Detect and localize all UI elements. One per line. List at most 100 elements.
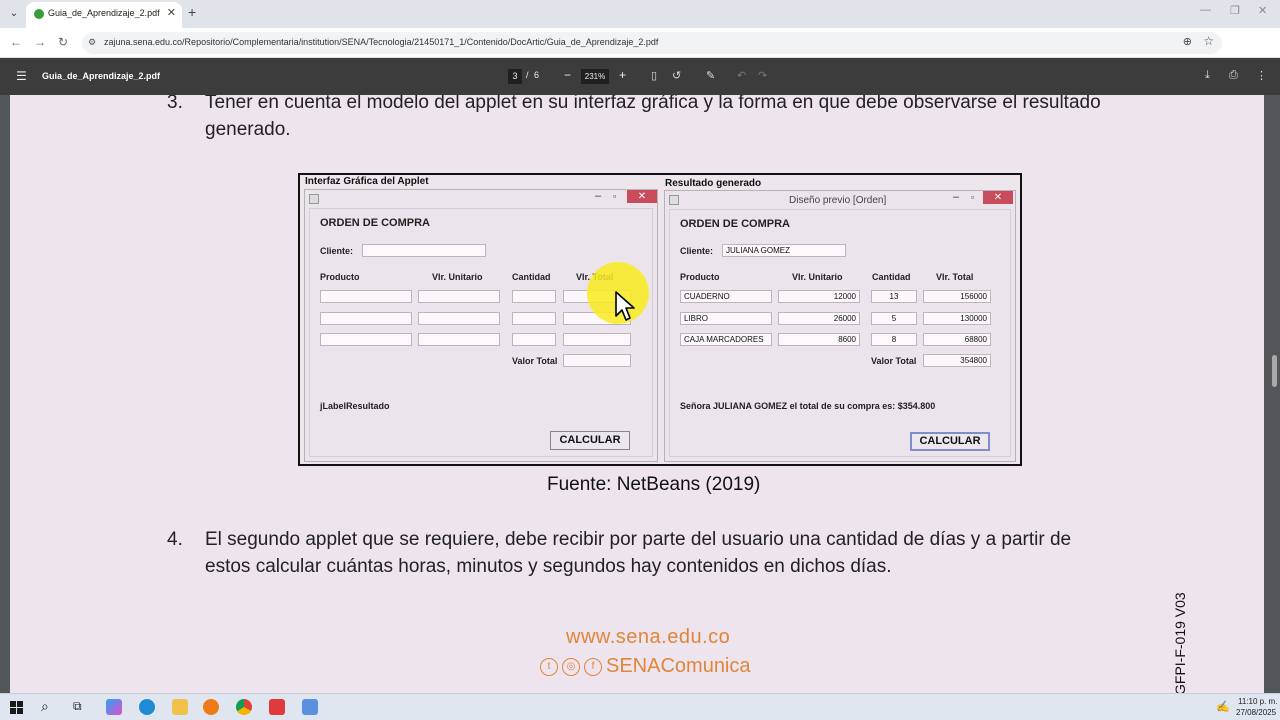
browser-tab[interactable]: Guia_de_Aprendizaje_2.pdf ✕ [26, 2, 182, 28]
pen-tray-icon[interactable]: ✍ [1216, 700, 1230, 713]
close-icon: ✕ [983, 191, 1013, 204]
search-icon[interactable]: ⌕ [41, 698, 49, 715]
zoom-in-icon[interactable]: + [619, 68, 626, 82]
clock-time[interactable]: 11:10 p. m. [1238, 697, 1277, 706]
browser-tab-strip: ⌄ Guia_de_Aprendizaje_2.pdf ✕ + — ❐ ✕ [0, 0, 1280, 28]
figure-source-caption: Fuente: NetBeans (2019) [547, 474, 761, 495]
producto-header: Producto [320, 272, 360, 282]
producto-header: Producto [680, 272, 720, 282]
more-options-icon[interactable]: ⋮ [1256, 69, 1267, 82]
unitario-field [418, 333, 500, 346]
site-info-icon[interactable]: ⚙ [88, 37, 96, 48]
page-separator: / [526, 70, 529, 80]
cliente-label: Cliente: [680, 246, 714, 256]
cantidad-field: 8 [871, 333, 917, 346]
twitter-icon: t [540, 658, 558, 676]
valor-total-label: Valor Total [871, 356, 917, 366]
facebook-icon: f [584, 658, 602, 676]
edge-icon[interactable] [139, 699, 155, 715]
reload-icon[interactable]: ↻ [58, 35, 68, 49]
producto-field [320, 290, 412, 303]
total-field [563, 333, 631, 346]
pdf-page: 3. Tener en cuenta el modelo del applet … [10, 95, 1264, 693]
java-app-icon [309, 194, 319, 204]
cantidad-header: Cantidad [512, 272, 551, 282]
mouse-pointer-icon [615, 291, 635, 321]
producto-field [320, 312, 412, 325]
new-tab-icon[interactable]: + [188, 4, 196, 20]
pdf-menu-icon[interactable]: ☰ [16, 69, 27, 83]
applet-window-result: Diseño previo [Orden] – ▫ ✕ ORDEN DE COM… [664, 190, 1016, 462]
close-window-icon[interactable]: ✕ [1258, 4, 1267, 17]
page-count: 6 [534, 70, 540, 80]
close-tab-icon[interactable]: ✕ [167, 6, 176, 19]
windows-start-icon[interactable] [10, 701, 23, 714]
chrome-icon[interactable] [236, 699, 252, 715]
download-icon[interactable]: ⤓ [1205, 69, 1210, 82]
unitario-field [418, 312, 500, 325]
close-icon: ✕ [627, 190, 657, 203]
forward-icon[interactable]: → [34, 35, 46, 49]
window-titlebar: Diseño previo [Orden] – ▫ ✕ [665, 191, 1015, 209]
unitario-header: Vlr. Unitario [432, 272, 483, 282]
page-number-input[interactable]: 3 [508, 69, 522, 84]
cantidad-field: 13 [871, 290, 917, 303]
valor-total-field: 354800 [923, 354, 991, 367]
zoom-input[interactable]: 231% [581, 69, 609, 84]
app-icon[interactable] [302, 699, 318, 715]
document-version-code: GFPI-F-019 V03 [1172, 592, 1188, 693]
clock-date[interactable]: 27/08/2025 [1236, 708, 1276, 717]
capture-app-icon[interactable] [269, 699, 285, 715]
redo-icon[interactable]: ↷ [758, 69, 767, 82]
minimize-window-icon[interactable]: — [1200, 4, 1211, 16]
cliente-label: Cliente: [320, 246, 354, 256]
address-toolbar: ← → ↻ ⚙ zajuna.sena.edu.co/Repositorio/C… [0, 28, 1280, 77]
print-icon[interactable]: ⎙ [1229, 69, 1238, 82]
maximize-icon: ▫ [613, 191, 617, 201]
scrollbar-thumb[interactable] [1272, 355, 1277, 387]
unitario-header: Vlr. Unitario [792, 272, 843, 282]
pdf-file-name: Guia_de_Aprendizaje_2.pdf [42, 71, 161, 81]
item-3-line-2: generado. [205, 119, 291, 140]
fit-page-icon[interactable]: ▯ [651, 69, 657, 82]
copilot-icon[interactable] [106, 699, 122, 715]
applet-figure: Interfaz Gráfica del Applet Resultado ge… [298, 173, 1022, 466]
cantidad-field [512, 333, 556, 346]
item-4-line-2: estos calcular cuántas horas, minutos y … [205, 556, 892, 577]
form-heading: ORDEN DE COMPRA [320, 217, 431, 229]
tab-title: Guia_de_Aprendizaje_2.pdf [48, 8, 160, 18]
annotate-icon[interactable]: ✎ [706, 69, 715, 82]
footer-social: t ◎ f SENAComunica [540, 655, 751, 678]
windows-taskbar: ⌕ ⧉ ✍ 11:10 p. m. 27/08/2025 [0, 693, 1280, 720]
unitario-field [418, 290, 500, 303]
back-icon[interactable]: ← [10, 35, 22, 49]
pdf-viewport[interactable]: 3. Tener en cuenta el modelo del applet … [0, 95, 1280, 693]
cliente-field: JULIANA GOMEZ [722, 244, 846, 257]
undo-icon[interactable]: ↶ [737, 69, 746, 82]
restore-window-icon[interactable]: ❐ [1230, 4, 1240, 17]
total-field: 130000 [923, 312, 991, 325]
task-view-icon[interactable]: ⧉ [73, 699, 82, 714]
item-number-3: 3. [167, 95, 183, 113]
cantidad-field: 5 [871, 312, 917, 325]
unitario-field: 12000 [778, 290, 860, 303]
zoom-out-icon[interactable]: − [564, 68, 571, 82]
pdf-toolbar: ☰ Guia_de_Aprendizaje_2.pdf 3 / 6 − 231%… [0, 58, 1280, 95]
url-text: zajuna.sena.edu.co/Repositorio/Complemen… [104, 37, 659, 47]
zoom-icon[interactable]: ⊕ [1183, 35, 1192, 48]
firefox-icon[interactable] [203, 699, 219, 715]
rotate-icon[interactable]: ↺ [672, 69, 681, 82]
item-4-line-1: El segundo applet que se requiere, debe … [205, 529, 1072, 550]
calcular-button: CALCULAR [910, 432, 990, 451]
tab-search-icon[interactable]: ⌄ [6, 6, 22, 22]
favicon-icon [34, 9, 44, 19]
java-app-icon [669, 195, 679, 205]
producto-field: LIBRO [680, 312, 772, 325]
applet-window-empty: – ▫ ✕ ORDEN DE COMPRA Cliente: Producto … [304, 189, 658, 462]
bookmark-star-icon[interactable]: ☆ [1203, 34, 1214, 48]
file-explorer-icon[interactable] [172, 699, 188, 715]
url-bar[interactable]: ⚙ zajuna.sena.edu.co/Repositorio/Complem… [82, 32, 1222, 54]
instagram-icon: ◎ [562, 658, 580, 676]
item-number-4: 4. [167, 529, 183, 550]
minimize-icon: – [953, 191, 960, 203]
